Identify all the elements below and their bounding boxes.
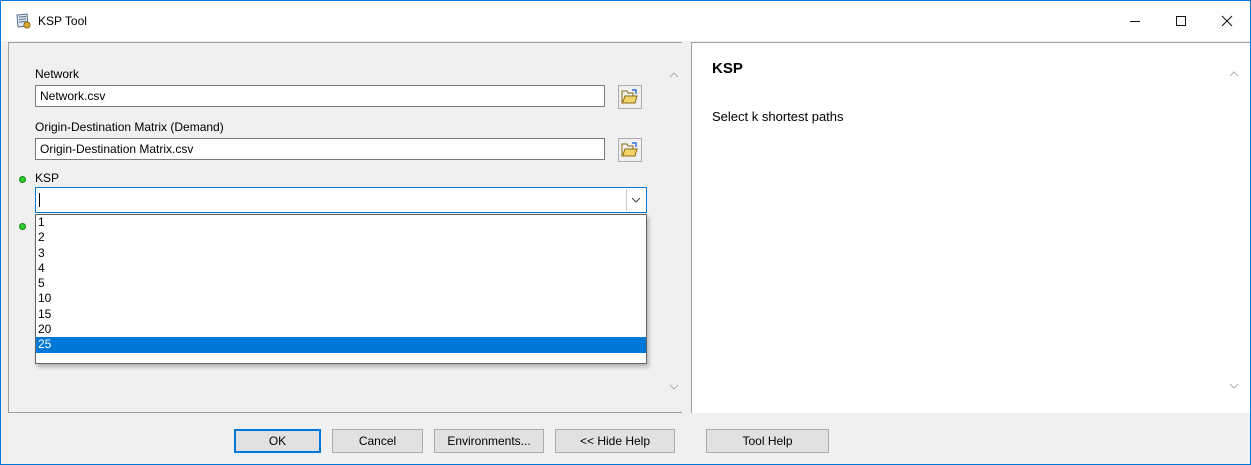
minimize-button[interactable] (1112, 1, 1158, 41)
maximize-icon (1176, 16, 1186, 26)
ksp-option-4[interactable]: 4 (36, 261, 646, 276)
required-indicator-icon (19, 223, 26, 230)
help-scrollbar[interactable] (1224, 43, 1244, 413)
help-description: Select k shortest paths (712, 109, 844, 124)
window-controls (1112, 1, 1250, 41)
environments-button[interactable]: Environments... (434, 429, 544, 453)
tool-help-button[interactable]: Tool Help (706, 429, 829, 453)
ksp-option-25[interactable]: 25 (36, 337, 646, 353)
ksp-option-15[interactable]: 15 (36, 307, 646, 322)
ksp-option-2[interactable]: 2 (36, 230, 646, 245)
ksp-option-20[interactable]: 20 (36, 322, 646, 337)
ksp-dropdown-list: 1 2 3 4 5 10 15 20 25 (35, 214, 647, 364)
required-indicator-icon (19, 176, 26, 183)
ksp-dropdown-button[interactable] (626, 189, 645, 211)
scroll-up-icon[interactable] (1228, 68, 1240, 80)
scroll-down-icon[interactable] (668, 381, 680, 393)
ksp-option-3[interactable]: 3 (36, 246, 646, 261)
scroll-down-icon[interactable] (1228, 380, 1240, 392)
help-pane: KSP Select k shortest paths (691, 42, 1250, 413)
network-browse-button[interactable] (618, 85, 642, 109)
parameters-scrollbar[interactable] (664, 44, 684, 412)
maximize-button[interactable] (1158, 1, 1204, 41)
ksp-label: KSP (35, 171, 60, 185)
od-matrix-browse-button[interactable] (618, 138, 642, 162)
network-label: Network (35, 67, 80, 81)
button-bar: OK Cancel Environments... << Hide Help T… (1, 413, 1250, 464)
ksp-combobox[interactable] (35, 187, 647, 213)
minimize-icon (1130, 21, 1140, 22)
od-matrix-label: Origin-Destination Matrix (Demand) (35, 120, 224, 134)
ksp-option-10[interactable]: 10 (36, 291, 646, 306)
text-caret (39, 193, 40, 207)
open-folder-icon (621, 142, 638, 157)
hide-help-button[interactable]: << Hide Help (555, 429, 675, 453)
help-title: KSP (712, 60, 743, 77)
ksp-option-1[interactable]: 1 (36, 215, 646, 230)
close-button[interactable] (1204, 1, 1250, 41)
title-bar[interactable]: KSP Tool (1, 1, 1250, 41)
open-folder-icon (621, 89, 638, 104)
ksp-option-5[interactable]: 5 (36, 276, 646, 291)
cancel-button[interactable]: Cancel (332, 429, 423, 453)
network-input[interactable]: Network.csv (35, 85, 605, 107)
window-title: KSP Tool (38, 14, 87, 28)
close-icon (1221, 15, 1233, 27)
od-matrix-input[interactable]: Origin-Destination Matrix.csv (35, 138, 605, 160)
scroll-up-icon[interactable] (668, 69, 680, 81)
chevron-down-icon (631, 197, 641, 203)
ksp-tool-window: KSP Tool Network Network.csv Origin-Dest… (0, 0, 1251, 465)
ok-button[interactable]: OK (234, 429, 321, 453)
toolbox-script-icon (14, 12, 32, 30)
